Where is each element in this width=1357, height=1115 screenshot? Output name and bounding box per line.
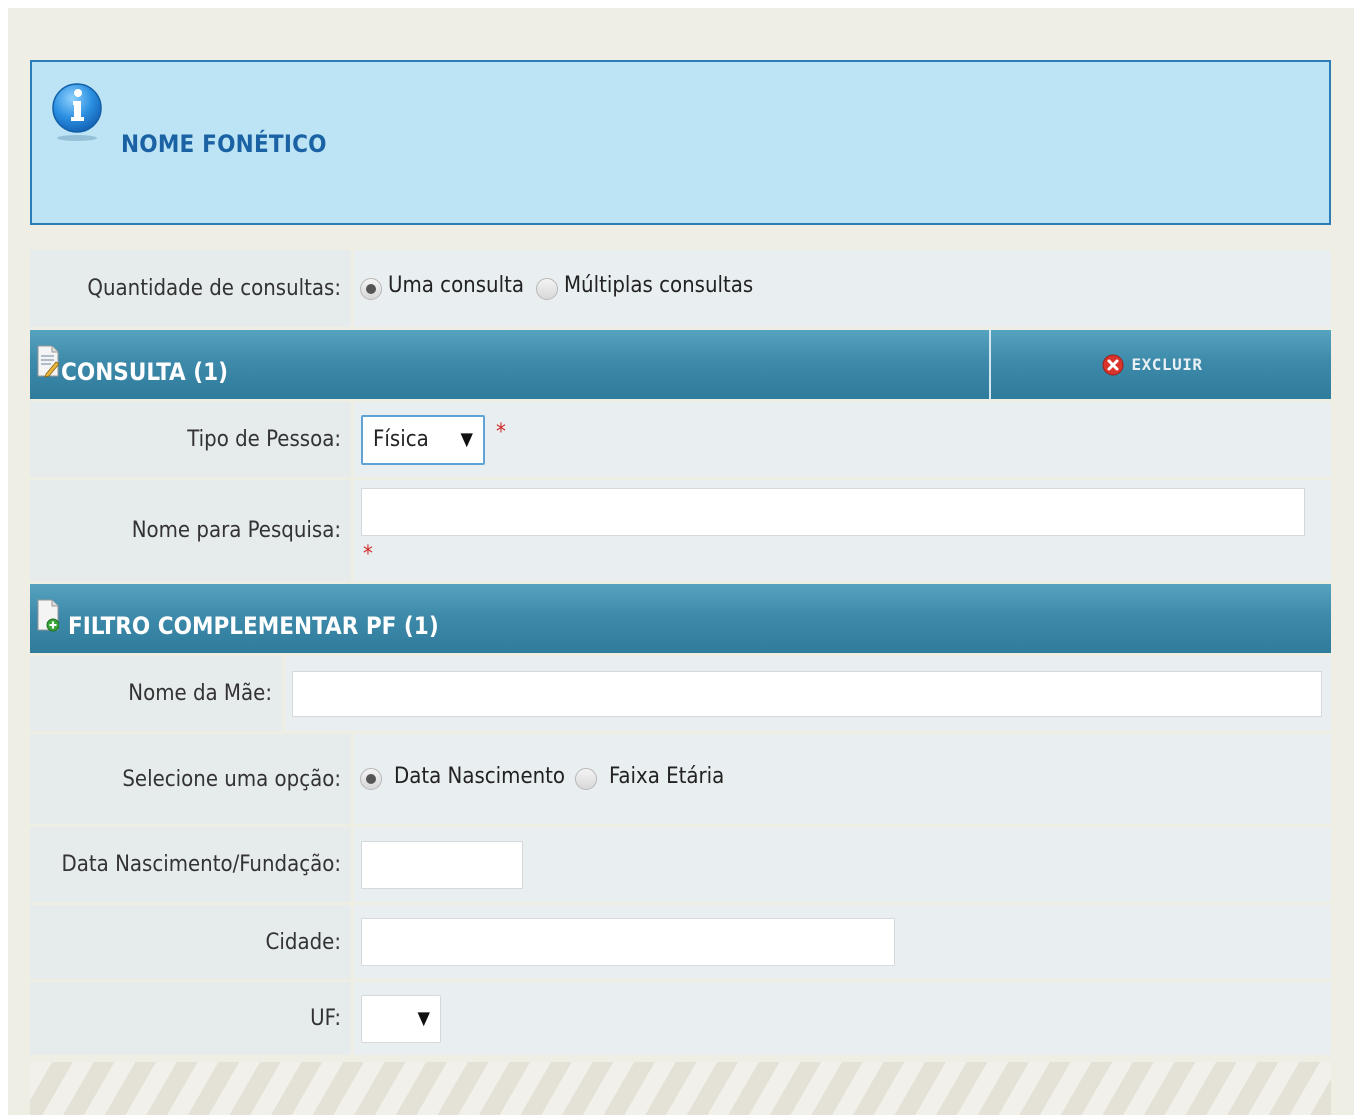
delete-icon [1102, 354, 1124, 375]
nome-pesquisa-field: * [354, 480, 1331, 581]
required-marker: * [496, 420, 506, 445]
radio-multiplas-consultas-label[interactable]: Múltiplas consultas [564, 273, 753, 298]
quantidade-options: Uma consulta Múltiplas consultas [354, 250, 1331, 327]
nome-mae-row: Nome da Mãe: [30, 656, 1331, 734]
radio-faixa-etaria-label[interactable]: Faixa Etária [609, 764, 724, 789]
tipo-pessoa-field: Física ▼ * [354, 402, 1331, 477]
quantidade-row: Quantidade de consultas: Uma consulta Mú… [30, 250, 1331, 330]
radio-uma-consulta[interactable] [360, 277, 382, 300]
nome-pesquisa-row: Nome para Pesquisa: * [30, 480, 1331, 584]
radio-data-nascimento[interactable] [360, 768, 382, 790]
data-nascimento-input[interactable] [361, 840, 523, 889]
tipo-pessoa-value: Física [373, 427, 429, 452]
nome-mae-input[interactable] [292, 670, 1322, 717]
consulta-form: Quantidade de consultas: Uma consulta Mú… [30, 250, 1331, 1058]
document-add-icon [37, 599, 59, 632]
radio-faixa-etaria[interactable] [575, 768, 598, 790]
decorative-stripes [30, 1062, 1331, 1115]
nome-pesquisa-label: Nome para Pesquisa: [30, 480, 354, 581]
required-marker: * [363, 542, 373, 567]
filtro-title: FILTRO COMPLEMENTAR PF (1) [68, 612, 439, 640]
nome-pesquisa-input[interactable] [361, 488, 1305, 536]
uf-row: UF: ▼ [30, 982, 1331, 1058]
info-icon [52, 83, 102, 141]
nome-mae-label: Nome da Mãe: [30, 656, 285, 731]
quantidade-label: Quantidade de consultas: [30, 250, 354, 327]
nome-mae-field [285, 656, 1331, 731]
cidade-field [354, 905, 1331, 979]
chevron-down-icon: ▼ [460, 428, 473, 450]
document-edit-icon [37, 345, 59, 378]
tipo-pessoa-select[interactable]: Física ▼ [361, 414, 485, 465]
uf-select[interactable]: ▼ [361, 994, 441, 1043]
data-nascimento-row: Data Nascimento/Fundação: [30, 827, 1331, 905]
data-nascimento-label: Data Nascimento/Fundação: [30, 827, 354, 902]
opcao-label: Selecione uma opção: [30, 734, 354, 824]
consulta-title: CONSULTA (1) [61, 358, 228, 386]
chevron-down-icon: ▼ [417, 1007, 430, 1029]
uf-label: UF: [30, 982, 354, 1055]
cidade-label: Cidade: [30, 905, 354, 979]
cidade-row: Cidade: [30, 905, 1331, 982]
opcao-row: Selecione uma opção: Data Nascimento Fai… [30, 734, 1331, 827]
page-title: NOME FONÉTICO [121, 130, 327, 158]
radio-uma-consulta-label[interactable]: Uma consulta [388, 273, 524, 298]
consulta-header: CONSULTA (1) EXCLUIR [30, 330, 1331, 402]
data-nascimento-field [354, 827, 1331, 902]
uf-field: ▼ [354, 982, 1331, 1055]
cidade-input[interactable] [361, 918, 895, 966]
filtro-header: FILTRO COMPLEMENTAR PF (1) [30, 584, 1331, 656]
info-panel: NOME FONÉTICO [30, 60, 1331, 225]
opcao-options: Data Nascimento Faixa Etária [354, 734, 1331, 824]
tipo-pessoa-label: Tipo de Pessoa: [30, 402, 354, 477]
radio-data-nascimento-label[interactable]: Data Nascimento [394, 764, 565, 789]
excluir-button[interactable]: EXCLUIR [989, 330, 1331, 399]
tipo-pessoa-row: Tipo de Pessoa: Física ▼ * [30, 402, 1331, 480]
radio-multiplas-consultas[interactable] [535, 277, 558, 300]
excluir-label: EXCLUIR [1131, 355, 1203, 374]
